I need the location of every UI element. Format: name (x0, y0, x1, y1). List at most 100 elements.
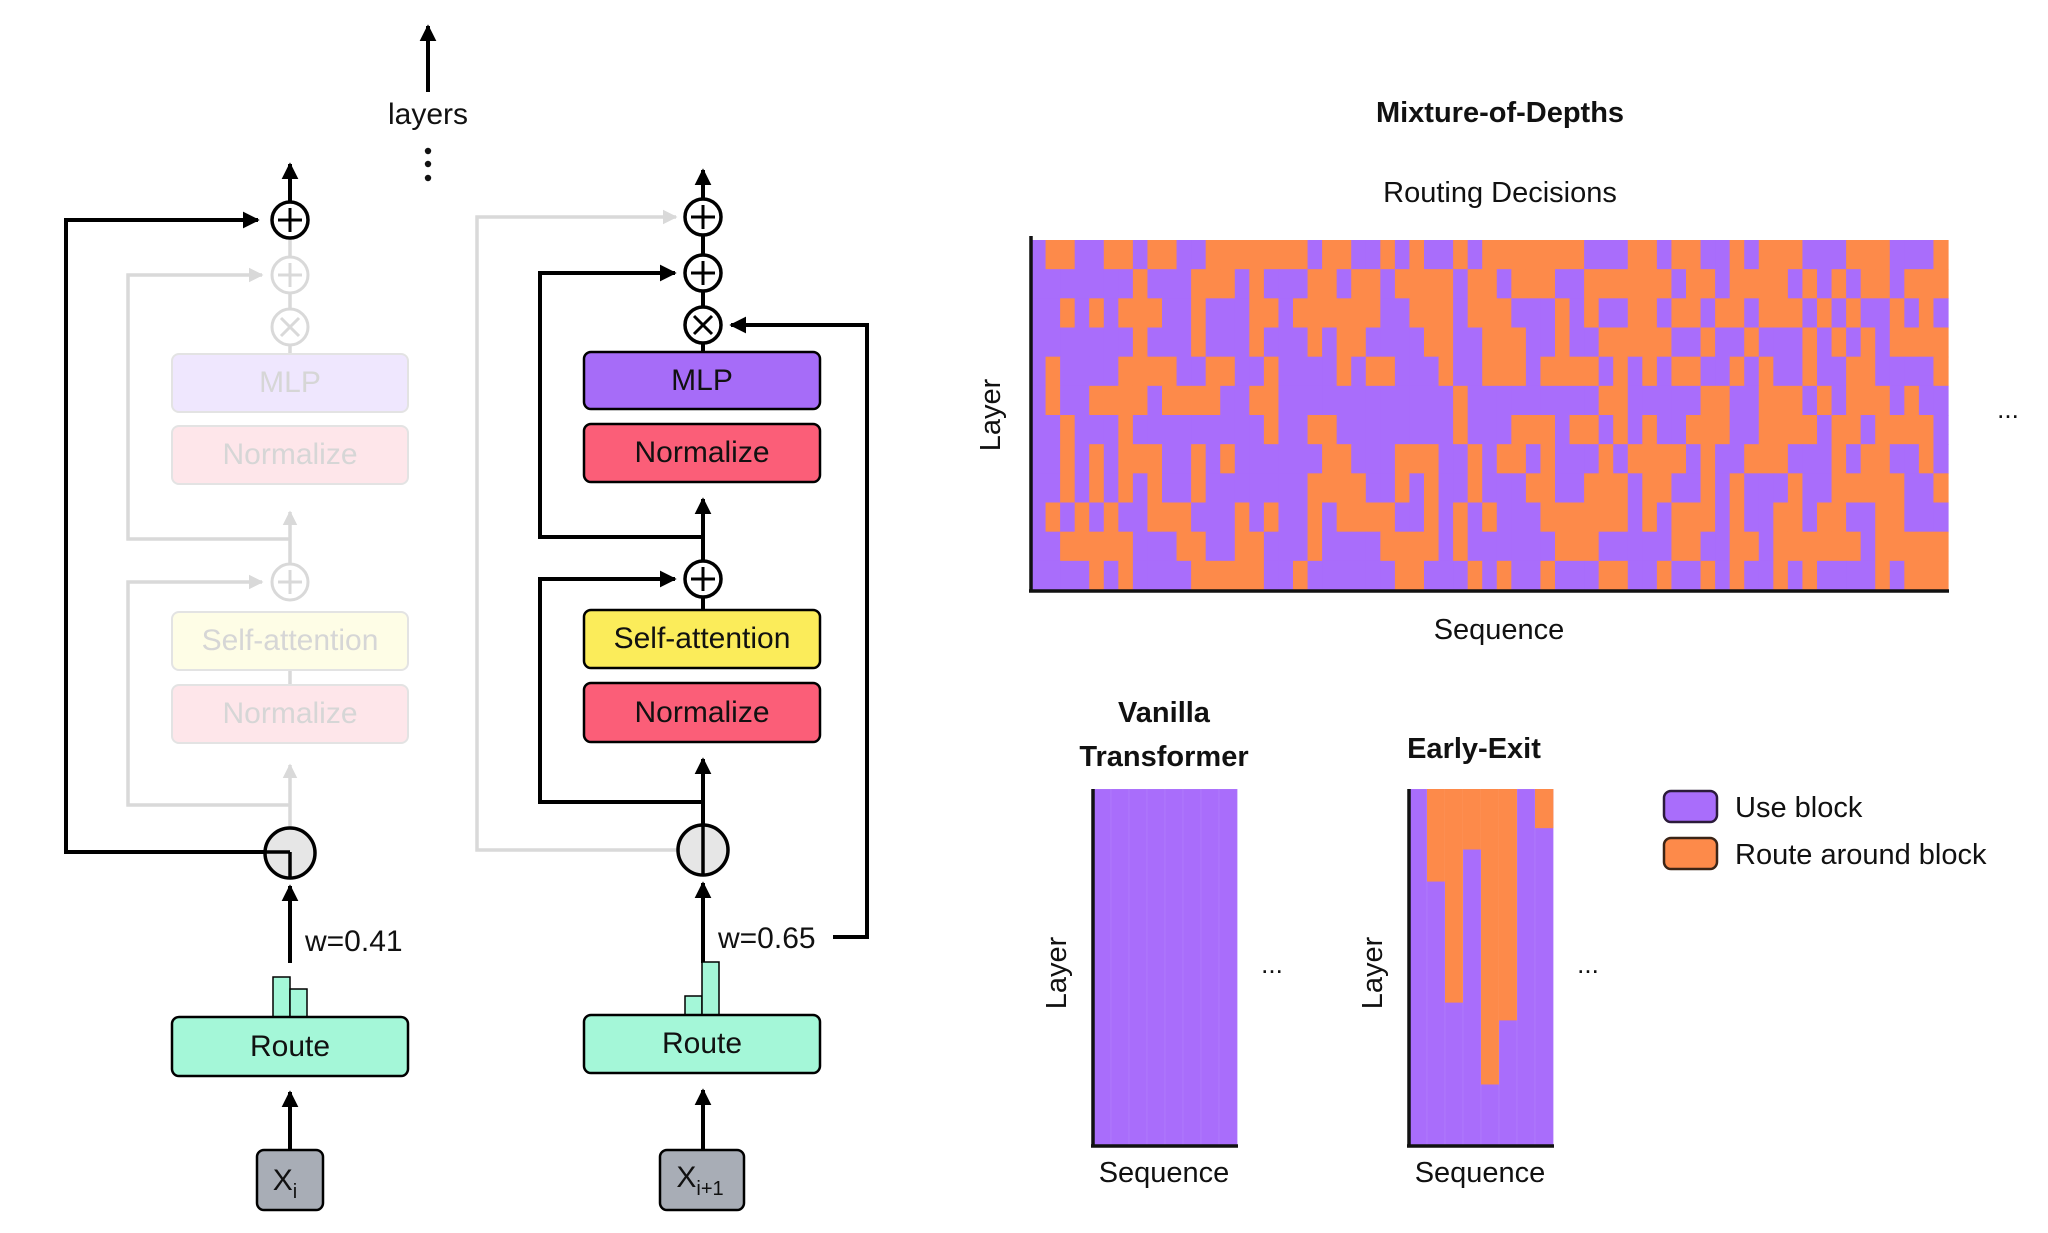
heatmap-cell-use-block (1176, 298, 1192, 329)
heatmap-cell-use-block (1220, 298, 1236, 329)
heatmap-cell-use-block (1860, 298, 1876, 329)
heatmap-cell-use-block (1613, 444, 1629, 474)
heatmap-cell-route-around (1686, 298, 1702, 329)
input-token-box: Xi+1 (658, 1148, 746, 1212)
heatmap-cell-route-around (1336, 298, 1352, 329)
heatmap-cell-use-block (1715, 560, 1731, 591)
heatmap-cell-route-around (1453, 415, 1469, 445)
heatmap-cell-use-block (1656, 356, 1673, 387)
router-weight-label: w=0.41 (304, 925, 403, 958)
heatmap-cell-use-block (1278, 531, 1294, 562)
heatmap-cell-use-block (1162, 415, 1178, 445)
heatmap-cell-use-block (1380, 444, 1396, 474)
heatmap-cell-route-around (1700, 385, 1716, 416)
heatmap-cell-route-around (1758, 269, 1774, 299)
faded-bypass-path (475, 209, 678, 852)
heatmap-cell-use-block (1642, 531, 1658, 562)
heatmap-cell-use-block (1642, 385, 1658, 416)
heatmap-cell-use-block (1031, 269, 1047, 299)
heatmap-cell-use-block (1889, 385, 1905, 416)
heatmap-cell-route-around (1787, 415, 1804, 445)
heatmap-cell-route-around (1307, 473, 1323, 504)
heatmap-cell-use-block (1438, 560, 1454, 591)
heatmap-cell-route-around (1511, 327, 1527, 358)
heatmap-cell-use-block (1555, 415, 1571, 445)
heatmap-cell-route-around (1060, 444, 1076, 474)
heatmap-cell-use-block (1802, 502, 1818, 533)
early-exit-heatmap-cells (1408, 788, 1554, 1146)
heatmap-cell-route-around (1584, 356, 1600, 387)
heatmap-cell-use-block (1627, 356, 1643, 387)
heatmap-cell-route-around (1045, 240, 1061, 270)
heatmap-cell-route-around (1773, 531, 1789, 562)
heatmap-cell-use-block (1424, 356, 1440, 387)
heatmap-cell-route-around (1642, 327, 1658, 358)
heatmap-cell-use-block (1322, 560, 1338, 591)
heatmap-cell-use-block (1089, 502, 1105, 533)
heatmap-cell-use-block (1307, 356, 1323, 387)
heatmap-cell-route-around (1613, 415, 1629, 445)
column-use-block (1164, 788, 1184, 1146)
heatmap-cell-route-around (1365, 269, 1381, 299)
heatmap-cell-route-around (1831, 444, 1847, 474)
early-exit-y-axis-label: Layer (1357, 936, 1389, 1009)
heatmap-cell-route-around (1846, 240, 1862, 270)
heatmap-cell-route-around (1918, 560, 1935, 591)
faded-multiply-op (270, 307, 310, 347)
heatmap-cell-use-block (1176, 269, 1192, 299)
heatmap-cell-route-around (1686, 240, 1702, 270)
heatmap-cell-route-around (1409, 298, 1425, 329)
vanilla-transformer-panel: Vanilla Transformer Layer Sequence ... (1041, 697, 1283, 1189)
heatmap-cell-route-around (1773, 502, 1789, 533)
heatmap-cell-route-around (1700, 560, 1716, 591)
heatmap-cell-use-block (1234, 415, 1250, 445)
heatmap-cell-route-around (1424, 502, 1440, 533)
output-add-op (683, 197, 723, 237)
heatmap-cell-use-block (1031, 560, 1047, 591)
heatmap-cell-route-around (1758, 298, 1774, 329)
heatmap-cell-route-around (1729, 502, 1745, 533)
heatmap-cell-use-block (1205, 415, 1221, 445)
heatmap-cell-use-block (1438, 415, 1454, 445)
heatmap-cell-route-around (1424, 531, 1440, 562)
column-route-around (1445, 789, 1464, 1003)
heatmap-cell-use-block (1496, 385, 1512, 416)
heatmap-cell-route-around (1918, 298, 1935, 329)
heatmap-cell-route-around (1758, 240, 1774, 270)
heatmap-cell-use-block (1045, 473, 1061, 504)
heatmap-cell-use-block (1817, 473, 1833, 504)
heatmap-cell-use-block (1234, 473, 1250, 504)
heatmap-cell-use-block (1351, 240, 1367, 270)
heatmap-cell-use-block (1322, 385, 1338, 416)
heatmap-cell-use-block (1162, 298, 1178, 329)
heatmap-cell-use-block (1074, 560, 1090, 591)
router-switch-icon (676, 823, 730, 877)
heatmap-cell-route-around (1802, 269, 1818, 299)
heatmap-cell-use-block (1380, 385, 1396, 416)
heatmap-cell-use-block (1380, 415, 1396, 445)
vanilla-heatmap-cells (1092, 788, 1238, 1146)
heatmap-cell-route-around (1351, 327, 1367, 358)
heatmap-cell-use-block (1555, 560, 1571, 591)
heatmap-cell-use-block (1132, 240, 1149, 270)
heatmap-cell-use-block (1132, 502, 1149, 533)
heatmap-cell-route-around (1147, 356, 1163, 387)
heatmap-cell-route-around (1132, 269, 1149, 299)
heatmap-cell-route-around (1540, 240, 1556, 270)
heatmap-cell-use-block (1729, 415, 1745, 445)
heatmap-cell-use-block (1162, 269, 1178, 299)
heatmap-cell-route-around (1540, 269, 1556, 299)
heatmap-cell-use-block (1613, 240, 1629, 270)
heatmap-cell-route-around (1394, 531, 1411, 562)
heatmap-cell-use-block (1758, 502, 1774, 533)
heatmap-cell-use-block (1293, 473, 1309, 504)
heatmap-cell-use-block (1278, 327, 1294, 358)
heatmap-cell-route-around (1773, 415, 1789, 445)
early-exit-continuation-ellipsis: ... (1577, 949, 1599, 979)
heatmap-cell-route-around (1758, 444, 1774, 474)
heatmap-cell-route-around (1322, 444, 1338, 474)
heatmap-cell-use-block (1482, 415, 1498, 445)
heatmap-cell-route-around (1918, 444, 1935, 474)
heatmap-cell-route-around (1555, 327, 1571, 358)
heatmap-cell-use-block (1584, 560, 1600, 591)
